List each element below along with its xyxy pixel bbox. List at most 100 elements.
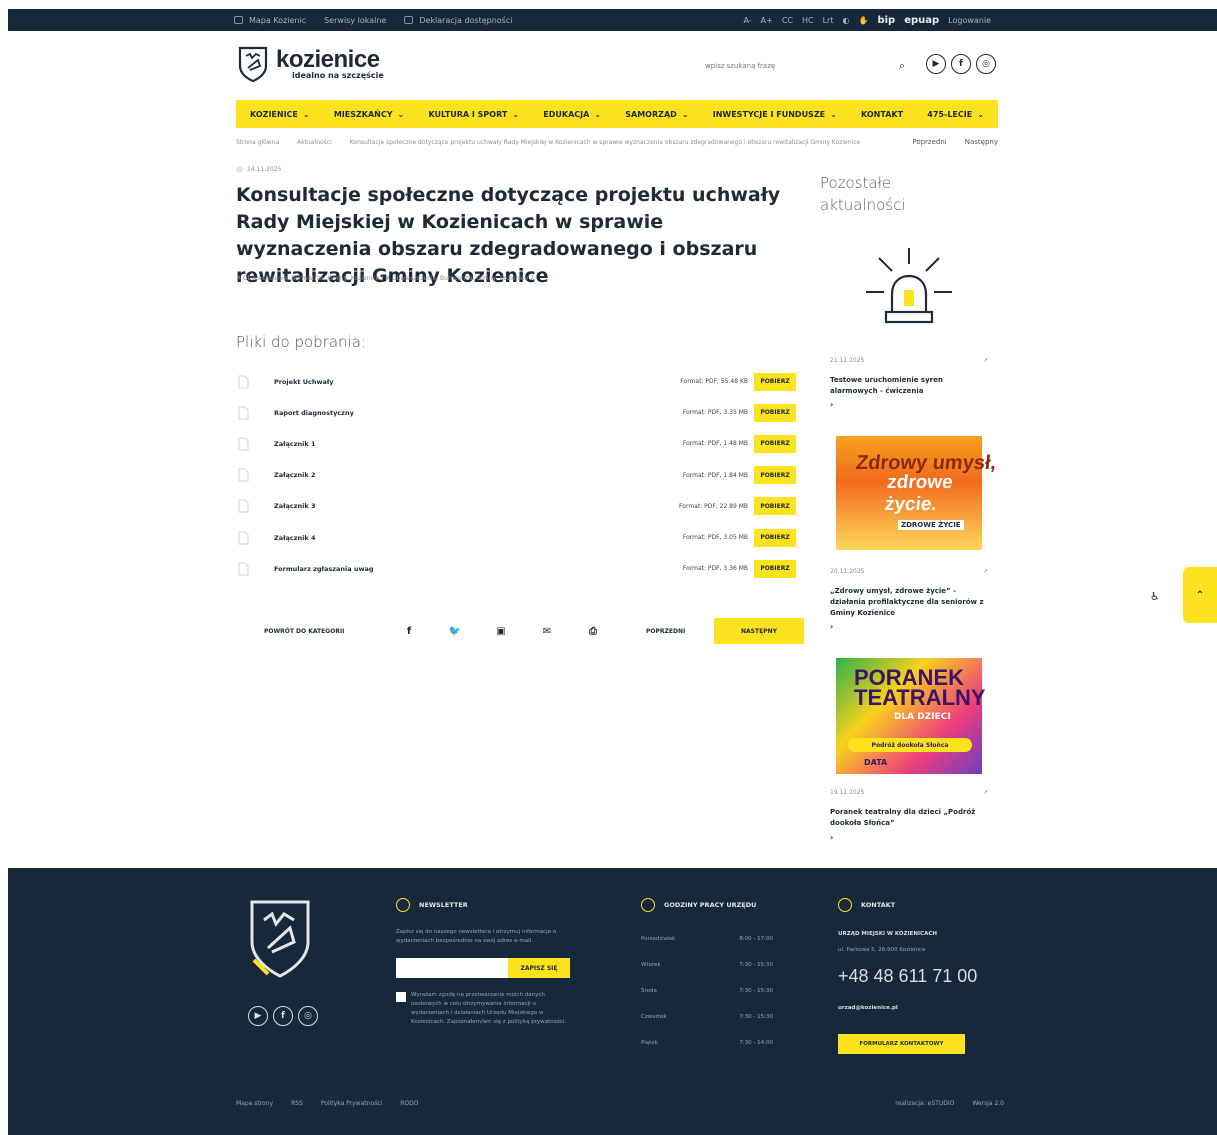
sign-language-icon[interactable]: ✋ xyxy=(858,16,868,25)
high-contrast-button[interactable]: HC xyxy=(802,16,814,25)
arrow-right-icon[interactable]: › xyxy=(830,400,833,409)
rodo-link[interactable]: RODO xyxy=(400,1100,418,1107)
article-tags[interactable]: # Obwieszczenie, Burmistrza, Gminy, Kozi… xyxy=(236,275,534,282)
siren-icon xyxy=(866,248,952,324)
download-button[interactable]: POBIERZ xyxy=(754,372,796,391)
page: Mapa Kozienic Serwisy lokalne Deklaracja… xyxy=(0,0,1217,1135)
facebook-icon[interactable]: f xyxy=(273,1006,293,1026)
file-name[interactable]: Formularz zgłaszania uwag xyxy=(274,565,656,573)
privacy-link[interactable]: Polityka Prywatności xyxy=(321,1100,382,1107)
contact-form-button[interactable]: FORMULARZ KONTAKTOWY xyxy=(838,1034,965,1054)
youtube-icon[interactable]: ▶ xyxy=(248,1006,268,1026)
instagram-icon[interactable]: ◎ xyxy=(976,54,996,74)
article-actions: POWRÓT DO KATEGORII f 🐦 ▣ ✉ ⎙ POPRZEDNI … xyxy=(236,618,804,644)
print-icon[interactable]: ⎙ xyxy=(570,626,616,637)
arrow-right-icon[interactable]: › xyxy=(830,622,833,631)
sitemap-link[interactable]: Mapa strony xyxy=(236,1100,273,1107)
nav-item-mieszkancy[interactable]: MIESZKAŃCY ⌄ xyxy=(334,110,404,119)
newsletter-subscribe-button[interactable]: ZAPISZ SIĘ xyxy=(508,958,570,978)
file-name[interactable]: Załącznik 2 xyxy=(274,471,656,479)
news-card-2-image[interactable]: Zdrowy umysł, zdrowe życie. ZDROWE ŻYCIE xyxy=(822,436,998,550)
breadcrumb-section[interactable]: Aktualności xyxy=(297,139,332,146)
youtube-icon[interactable]: ▶ xyxy=(926,54,946,74)
nav-item-samorzad[interactable]: SAMORZĄD ⌄ xyxy=(625,110,688,119)
download-button[interactable]: POBIERZ xyxy=(754,559,796,578)
nav-item-kozienice[interactable]: KOZIENICE ⌄ xyxy=(250,110,310,119)
facebook-icon[interactable]: f xyxy=(951,54,971,74)
scroll-top-button[interactable]: ⌃ xyxy=(1183,567,1217,623)
credits-link[interactable]: realizacja: eSTUDIO xyxy=(895,1100,954,1107)
rss-link[interactable]: RSS xyxy=(291,1100,303,1107)
breadcrumb-prev[interactable]: Poprzedni xyxy=(912,138,946,146)
news-card-1-title[interactable]: Testowe uruchomienie syren alarmowych - … xyxy=(830,375,990,397)
linkedin-share-icon[interactable]: ▣ xyxy=(478,626,524,637)
news-card-3-image[interactable]: PORANEK TEATRALNY DLA DZIECI Podróż dook… xyxy=(822,658,998,774)
download-button[interactable]: POBIERZ xyxy=(754,528,796,547)
epuap-link[interactable]: epuap xyxy=(904,15,939,26)
back-to-category-button[interactable]: POWRÓT DO KATEGORII xyxy=(264,628,386,635)
email-share-icon[interactable]: ✉ xyxy=(524,626,570,637)
captions-button[interactable]: CC xyxy=(782,16,793,25)
top-bar: Mapa Kozienic Serwisy lokalne Deklaracja… xyxy=(8,9,1217,31)
file-icon xyxy=(238,468,249,482)
nav-item-kontakt[interactable]: KONTAKT xyxy=(861,110,903,119)
font-decrease-button[interactable]: A- xyxy=(743,16,751,25)
prev-article-button[interactable]: POPRZEDNI xyxy=(646,628,704,635)
arrow-right-icon[interactable]: › xyxy=(830,833,833,842)
chevron-down-icon: ⌄ xyxy=(681,109,689,119)
file-meta: Format: PDF, 3.36 MB xyxy=(682,565,748,573)
topbar-link-services[interactable]: Serwisy lokalne xyxy=(324,16,386,25)
share-icon[interactable]: ↗ xyxy=(983,789,988,796)
contact-phone[interactable]: +48 48 611 71 00 xyxy=(838,966,977,987)
next-article-button[interactable]: NASTĘPNY xyxy=(714,618,804,644)
nav-item-kultura-sport[interactable]: KULTURA I SPORT ⌄ xyxy=(428,110,519,119)
newsletter-text: Zapisz się do naszego newslettera i otrz… xyxy=(396,929,557,944)
newsletter-email-input[interactable] xyxy=(396,958,508,978)
breadcrumb-next[interactable]: Następny xyxy=(965,138,998,146)
file-meta: Format: PDF, 22.89 MB xyxy=(679,502,748,510)
site-logo[interactable]: kozienice idealno na szczęście xyxy=(238,46,384,82)
news-card-2-title[interactable]: „Zdrowy umysł, zdrowe życie” - działania… xyxy=(830,586,990,619)
footer-logo[interactable] xyxy=(248,898,312,978)
share-icon[interactable]: ↗ xyxy=(983,568,988,575)
contrast-icon[interactable]: ◐ xyxy=(842,16,849,25)
file-name[interactable]: Projekt Uchwały xyxy=(274,378,656,386)
twitter-share-icon[interactable]: 🐦 xyxy=(432,626,478,637)
file-meta: Format: PDF, 3.05 MB xyxy=(682,534,748,542)
accessibility-icon xyxy=(404,16,414,24)
hours-row: Środa 7:30 - 15:30 xyxy=(641,978,773,1004)
search-input[interactable]: wpisz szukaną frazę xyxy=(705,62,775,70)
file-name[interactable]: Raport diagnostyczny xyxy=(274,409,656,417)
search-icon[interactable]: ⌕ xyxy=(899,59,905,73)
breadcrumb-home[interactable]: Strona główna xyxy=(236,139,279,146)
nav-item-edukacja[interactable]: EDUKACJA ⌄ xyxy=(543,110,601,119)
facebook-share-icon[interactable]: f xyxy=(386,626,432,637)
bip-link[interactable]: bip xyxy=(877,15,895,26)
nav-item-inwestycje[interactable]: INWESTYCJE I FUNDUSZE ⌄ xyxy=(713,110,837,119)
file-icon xyxy=(238,531,249,545)
font-increase-button[interactable]: A+ xyxy=(761,16,773,25)
coat-of-arms-icon xyxy=(238,46,268,82)
file-meta: Format: PDF, 1.48 MB xyxy=(682,440,748,448)
hours-row: Wtorek 7:30 - 15:30 xyxy=(641,952,773,978)
search-bar[interactable]: wpisz szukaną frazę ⌕ xyxy=(705,57,905,75)
download-button[interactable]: POBIERZ xyxy=(754,497,796,516)
accessibility-widget-icon[interactable]: ♿ xyxy=(1150,590,1160,603)
file-name[interactable]: Załącznik 4 xyxy=(274,534,656,542)
easy-read-button[interactable]: Lrt xyxy=(823,16,834,25)
share-icon[interactable]: ↗ xyxy=(983,357,988,364)
instagram-icon[interactable]: ◎ xyxy=(298,1006,318,1026)
topbar-link-map[interactable]: Mapa Kozienic xyxy=(234,16,306,25)
file-name[interactable]: Załącznik 1 xyxy=(274,440,656,448)
newsletter-consent-checkbox[interactable] xyxy=(396,992,406,1002)
news-card-3-title[interactable]: Poranek teatralny dla dzieci „Podróż doo… xyxy=(830,807,990,829)
download-button[interactable]: POBIERZ xyxy=(754,403,796,422)
nav-item-475-lecie[interactable]: 475-LECIE ⌄ xyxy=(927,110,984,119)
news-card-2-meta: 20.11.2025 ↗ xyxy=(830,568,988,575)
contact-email[interactable]: urzad@kozienice.pl xyxy=(838,1004,898,1013)
topbar-link-accessibility[interactable]: Deklaracja dostępności xyxy=(404,16,512,25)
download-button[interactable]: POBIERZ xyxy=(754,466,796,485)
login-link[interactable]: Logowanie xyxy=(948,16,991,25)
file-name[interactable]: Załącznik 3 xyxy=(274,502,656,510)
download-button[interactable]: POBIERZ xyxy=(754,434,796,453)
